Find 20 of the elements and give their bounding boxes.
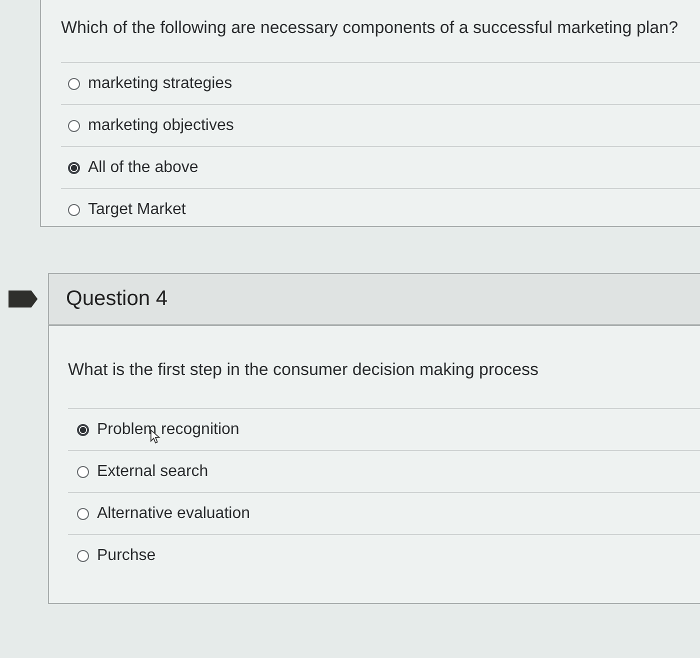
answer-option[interactable]: Alternative evaluation (68, 492, 700, 534)
answer-option[interactable]: marketing strategies (61, 62, 700, 104)
radio-button[interactable] (68, 204, 80, 216)
radio-button[interactable] (68, 162, 80, 174)
answer-option[interactable]: marketing objectives (61, 104, 700, 146)
answer-option[interactable]: All of the above (61, 146, 700, 188)
answer-option[interactable]: Target Market (61, 188, 700, 230)
radio-button[interactable] (68, 120, 80, 132)
radio-button[interactable] (77, 508, 89, 520)
question-text: What is the first step in the consumer decision making process (68, 359, 540, 381)
radio-button[interactable] (77, 466, 89, 478)
bookmark-flag-icon[interactable] (8, 290, 38, 308)
radio-button[interactable] (77, 424, 89, 436)
radio-button[interactable] (68, 78, 80, 90)
question-title: Question 4 (66, 287, 168, 311)
answer-option[interactable]: Problem recognition (68, 408, 700, 450)
radio-button[interactable] (77, 550, 89, 562)
answer-option[interactable]: External search (68, 450, 700, 492)
answer-option[interactable]: Purchse (68, 534, 700, 576)
question-text: Which of the following are necessary components of a successful marketing plan? (61, 17, 680, 39)
